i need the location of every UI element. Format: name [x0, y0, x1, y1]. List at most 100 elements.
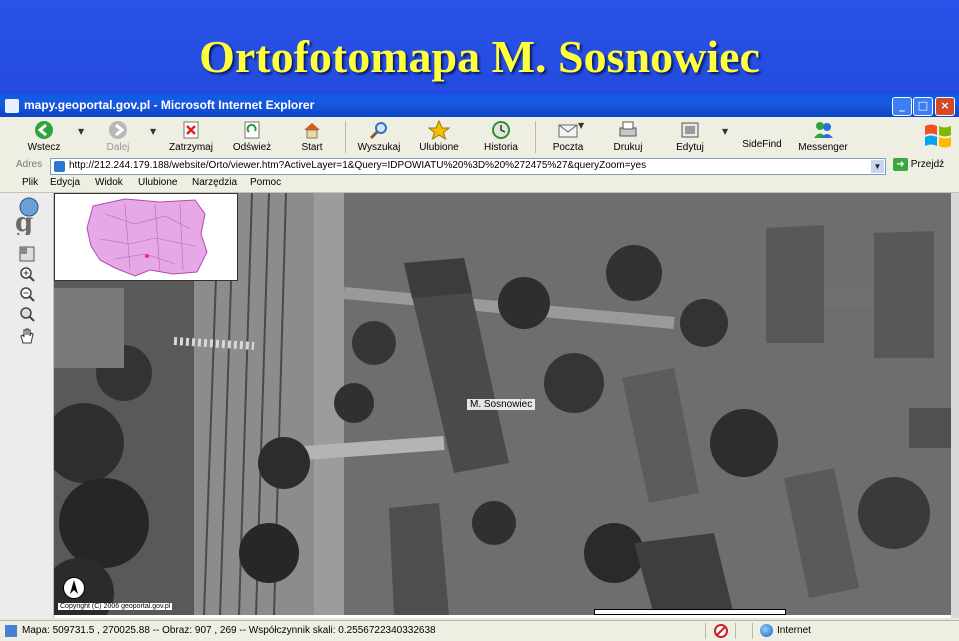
security-zone-label: Internet — [777, 625, 811, 636]
sidefind-button[interactable]: SideFind — [738, 120, 786, 156]
status-text: Mapa: 509731.5 , 270025.88 -- Obraz: 907… — [22, 625, 436, 636]
home-button[interactable]: Start — [292, 120, 332, 156]
back-dropdown-icon[interactable]: ▼ — [78, 127, 84, 136]
building — [54, 288, 124, 368]
print-label: Drukuj — [613, 142, 643, 153]
menu-bar: Plik Edycja Widok Ulubione Narzędzia Pom… — [0, 175, 959, 193]
search-label: Wyszukaj — [357, 142, 401, 153]
messenger-label: Messenger — [798, 142, 848, 153]
print-button[interactable]: Drukuj — [608, 120, 648, 156]
building — [766, 225, 824, 343]
address-dropdown-icon[interactable]: ▼ — [871, 160, 884, 173]
refresh-button[interactable]: Odśwież — [230, 120, 274, 156]
standard-toolbar: Wstecz ▼ Dalej ▼ Zatrzymaj Odśwież Start — [0, 117, 959, 158]
zoom-full-icon[interactable] — [18, 305, 36, 323]
svg-text:g: g — [15, 208, 33, 235]
favorites-button[interactable]: Ulubione — [415, 120, 463, 156]
building — [909, 408, 951, 448]
address-input[interactable]: http://212.244.179.188/website/Orto/view… — [50, 158, 886, 175]
pan-hand-icon[interactable] — [18, 327, 36, 345]
edit-button[interactable]: Edytuj — [668, 120, 712, 156]
internet-zone-icon — [760, 624, 773, 637]
vertical-scrollbar[interactable] — [951, 193, 959, 618]
messenger-icon — [814, 122, 833, 138]
geoportal-logo-icon[interactable]: g — [9, 195, 45, 235]
close-button[interactable]: × — [935, 97, 955, 116]
map-tool-panel: g — [0, 193, 54, 618]
home-icon — [304, 123, 320, 139]
status-bar: Mapa: 509731.5 , 270025.88 -- Obraz: 907… — [0, 620, 959, 641]
printer-icon — [619, 121, 637, 137]
title-bar: mapy.geoportal.gov.pl - Microsoft Intern… — [0, 95, 959, 117]
north-arrow-icon — [63, 577, 85, 599]
stop-icon — [183, 121, 199, 139]
stop-label: Zatrzymaj — [169, 142, 213, 153]
menu-favorites[interactable]: Ulubione — [138, 177, 177, 188]
history-label: Historia — [484, 142, 518, 153]
popup-blocked-icon[interactable] — [714, 624, 728, 638]
slide-title: Ortofotomapa M. Sosnowiec — [199, 31, 760, 82]
stop-button[interactable]: Zatrzymaj — [164, 120, 218, 156]
mail-icon — [558, 124, 578, 138]
toolbar-separator — [535, 121, 536, 153]
slide-background: Ortofotomapa M. Sosnowiec mapy.geoportal… — [0, 0, 959, 641]
history-icon — [492, 121, 510, 139]
back-button[interactable]: Wstecz — [22, 120, 66, 156]
status-divider — [752, 623, 753, 639]
browser-window: mapy.geoportal.gov.pl - Microsoft Intern… — [0, 95, 959, 641]
status-divider — [705, 623, 706, 639]
back-arrow-icon — [35, 121, 53, 139]
status-divider — [735, 623, 736, 639]
messenger-button[interactable]: Messenger — [795, 120, 851, 156]
favorites-label: Ulubione — [419, 142, 459, 153]
menu-help[interactable]: Pomoc — [250, 177, 281, 188]
zoom-in-icon[interactable] — [18, 265, 36, 283]
poland-outline-map — [86, 198, 208, 277]
scale-bar — [594, 609, 786, 615]
window-title: mapy.geoportal.gov.pl - Microsoft Intern… — [24, 98, 315, 112]
building — [389, 503, 449, 615]
edit-icon — [681, 122, 699, 138]
go-button[interactable]: ➜ Przejdź — [893, 158, 944, 174]
page-content: g M. Sosnowiec Copyright (C) 2006 geopor… — [0, 193, 959, 618]
menu-edit[interactable]: Edycja — [50, 177, 80, 188]
search-icon — [369, 122, 387, 140]
building — [874, 231, 934, 358]
page-status-icon — [5, 625, 17, 637]
favorites-star-icon — [428, 120, 450, 140]
search-button[interactable]: Wyszukaj — [355, 120, 403, 156]
back-label: Wstecz — [27, 142, 61, 153]
maximize-button[interactable]: □ — [913, 97, 933, 116]
location-label: M. Sosnowiec — [467, 399, 536, 410]
refresh-icon — [244, 121, 260, 139]
forward-button[interactable]: Dalej — [98, 120, 138, 156]
home-label: Start — [301, 142, 323, 153]
mail-dropdown-icon[interactable]: ▼ — [578, 121, 584, 130]
forward-arrow-icon — [109, 121, 127, 139]
sidefind-label: SideFind — [742, 139, 782, 150]
edit-dropdown-icon[interactable]: ▼ — [722, 127, 728, 136]
zoom-out-icon[interactable] — [18, 285, 36, 303]
address-bar: Adres http://212.244.179.188/website/Ort… — [0, 157, 959, 176]
go-label: Przejdź — [910, 159, 945, 171]
windows-logo-icon — [925, 124, 951, 148]
overview-map[interactable] — [54, 193, 238, 281]
ie-window-icon — [5, 99, 19, 113]
history-button[interactable]: Historia — [478, 120, 524, 156]
refresh-label: Odśwież — [232, 142, 272, 153]
aerial-map[interactable]: M. Sosnowiec Copyright (C) 2006 geoporta… — [54, 193, 951, 615]
layers-icon[interactable] — [18, 245, 36, 263]
forward-dropdown-icon[interactable]: ▼ — [150, 127, 156, 136]
mail-label: Poczta — [552, 142, 584, 153]
map-copyright: Copyright (C) 2006 geoportal.gov.pl — [58, 603, 173, 610]
menu-view[interactable]: Widok — [95, 177, 123, 188]
minimize-button[interactable]: _ — [892, 97, 912, 116]
address-url[interactable]: http://212.244.179.188/website/Orto/view… — [69, 160, 646, 171]
menu-tools[interactable]: Narzędzia — [192, 177, 237, 188]
edit-label: Edytuj — [676, 142, 704, 153]
forward-label: Dalej — [106, 142, 130, 153]
page-icon — [54, 161, 65, 172]
menu-file[interactable]: Plik — [22, 177, 38, 188]
address-label: Adres — [16, 159, 43, 170]
toolbar-separator — [345, 121, 346, 153]
